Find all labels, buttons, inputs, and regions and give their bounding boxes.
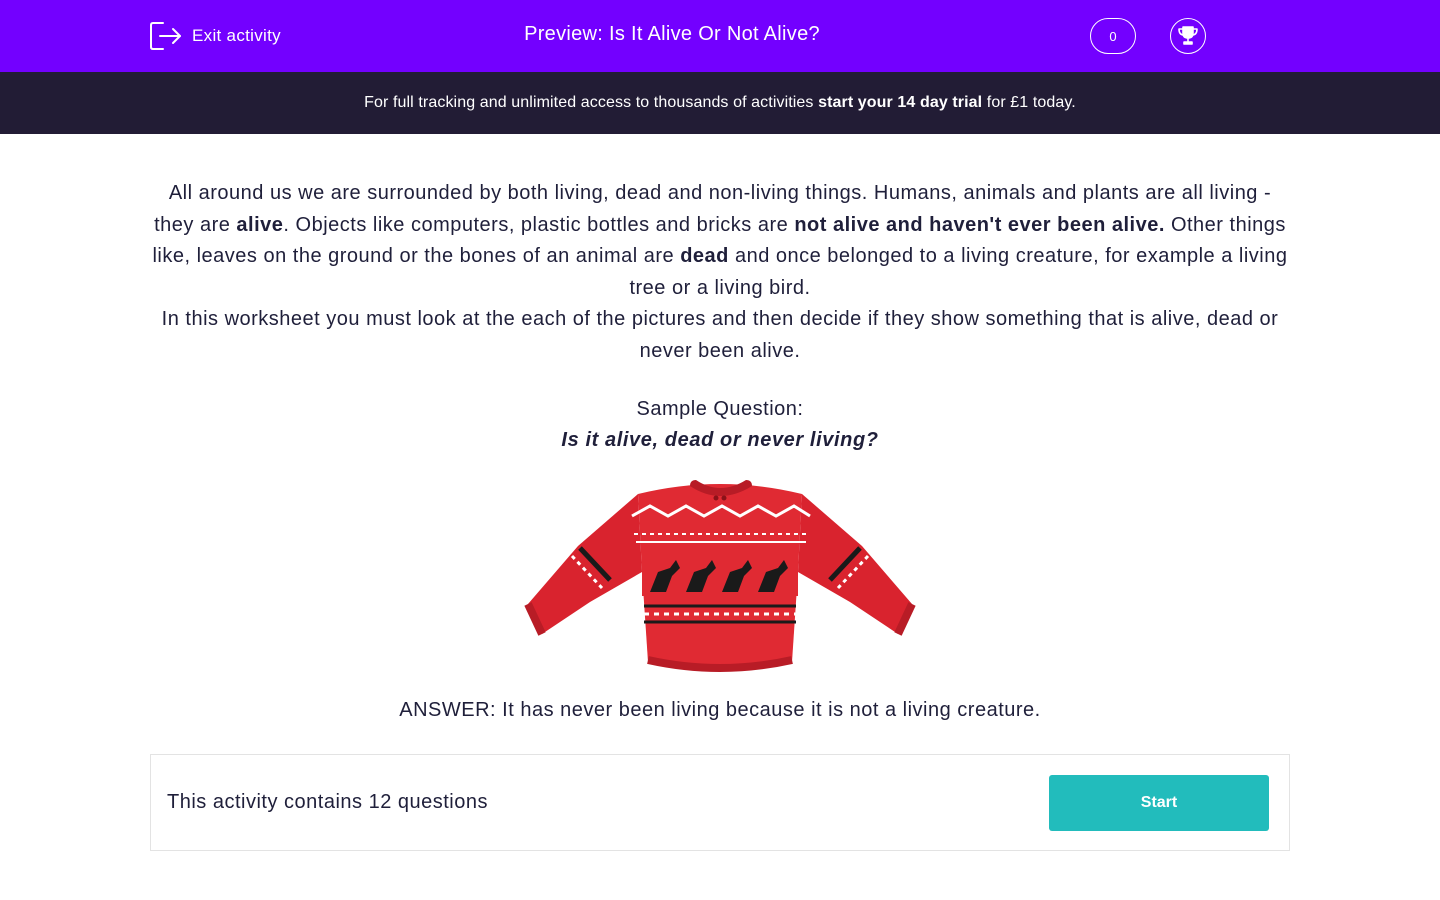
red-christmas-jumper-picture — [524, 480, 916, 672]
sample-question-text: Is it alive, dead or never living? — [561, 429, 879, 451]
intro-bold-alive: alive — [236, 213, 284, 236]
activity-panel: This activity contains 12 questions Star… — [150, 754, 1290, 851]
banner-text-suffix: for £1 today. — [982, 94, 1076, 111]
sample-answer: ANSWER: It has never been living because… — [399, 699, 1041, 721]
intro-text: All around us we are surrounded by both … — [150, 178, 1290, 367]
intro-bold-dead: dead — [680, 245, 729, 267]
trophy-button[interactable] — [1170, 18, 1206, 54]
sample-question-label: Sample Question: — [636, 398, 804, 420]
trophy-icon — [1178, 26, 1198, 45]
intro-text-part: and once belonged to a living creature, … — [629, 245, 1288, 299]
intro-text-part: . Objects like computers, plastic bottle… — [283, 213, 795, 236]
page-title: Preview: Is It Alive Or Not Alive? — [524, 23, 820, 45]
intro-instructions: In this worksheet you must look at the e… — [161, 308, 1279, 362]
start-trial-link[interactable]: start your 14 day trial — [818, 94, 982, 112]
trial-banner: For full tracking and unlimited access t… — [0, 72, 1440, 134]
top-bar: Exit activity Preview: Is It Alive Or No… — [0, 0, 1440, 72]
question-count-text: This activity contains 12 questions — [167, 791, 488, 813]
score-badge: 0 — [1090, 18, 1136, 54]
intro-bold-not-alive: not alive and haven't ever been alive. — [794, 213, 1165, 236]
start-button[interactable]: Start — [1049, 775, 1269, 831]
banner-text-prefix: For full tracking and unlimited access t… — [364, 94, 819, 111]
